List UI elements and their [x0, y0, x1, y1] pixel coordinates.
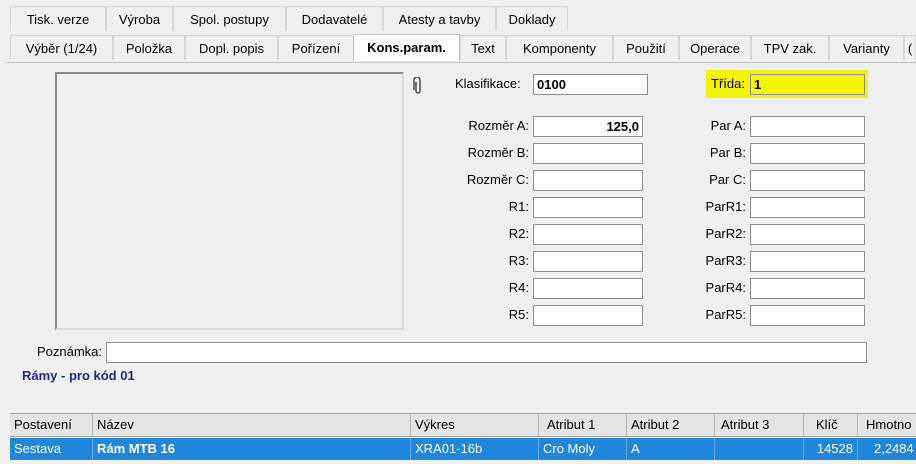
col-postaveni[interactable]: Postavení	[10, 414, 93, 436]
col-atribut-2[interactable]: Atribut 2	[627, 414, 715, 436]
par-r1-label: ParR1:	[705, 199, 746, 214]
par-r5-label: ParR5:	[705, 307, 746, 322]
tab-dopl-popis[interactable]: Dopl. popis	[185, 35, 278, 60]
grid-header: Postavení Název Výkres Atribut 1 Atribut…	[10, 413, 916, 437]
tab-operace[interactable]: Operace	[679, 35, 751, 60]
tab-text[interactable]: Text	[460, 35, 506, 60]
par-c-label: Par C:	[709, 172, 746, 187]
par-r2-label: ParR2:	[705, 226, 746, 241]
r2-label: R2:	[508, 226, 529, 241]
tab-tpv-zak[interactable]: TPV zak.	[751, 35, 829, 60]
col-nazev[interactable]: Název	[93, 414, 411, 436]
cell-hmotnost[interactable]: 2,2484	[858, 438, 916, 460]
r2-field[interactable]	[533, 224, 643, 245]
classification-note: Rámy - pro kód 01	[22, 368, 135, 383]
r1-label: R1:	[508, 199, 529, 214]
tab-porizeni[interactable]: Pořízení	[278, 35, 354, 60]
r4-field[interactable]	[533, 278, 643, 299]
tab-atesty-a-tavby[interactable]: Atesty a tavby	[383, 6, 496, 31]
tab-tisk-verze[interactable]: Tisk. verze	[10, 6, 106, 31]
par-r3-field[interactable]	[750, 251, 865, 272]
tab-overflow[interactable]: (	[904, 35, 916, 60]
rozmer-c-label: Rozměr C:	[466, 172, 529, 187]
tab-varianty[interactable]: Varianty	[829, 35, 904, 60]
rozmer-b-label: Rozměr B:	[467, 145, 529, 160]
tab-spol-postupy[interactable]: Spol. postupy	[173, 6, 286, 31]
poznamka-label: Poznámka:	[36, 344, 102, 359]
klasifikace-label: Klasifikace:	[455, 76, 521, 91]
rozmer-a-field[interactable]: 125,0	[533, 116, 643, 137]
cell-atribut-3[interactable]	[715, 438, 804, 460]
col-vykres[interactable]: Výkres	[411, 414, 539, 436]
par-r1-field[interactable]	[750, 197, 865, 218]
par-r2-field[interactable]	[750, 224, 865, 245]
r3-field[interactable]	[533, 251, 643, 272]
par-r4-field[interactable]	[750, 278, 865, 299]
col-klic[interactable]: Klíč	[804, 414, 858, 436]
cell-atribut-2[interactable]: A	[627, 438, 715, 460]
trida-field[interactable]: 1	[750, 74, 865, 95]
trida-label: Třída:	[711, 76, 745, 91]
klasifikace-field[interactable]: 0100	[533, 74, 648, 95]
table-row[interactable]: Sestava Rám MTB 16 XRA01-16b Cro Moly A …	[10, 438, 916, 460]
par-r4-label: ParR4:	[705, 280, 746, 295]
r5-label: R5:	[508, 307, 529, 322]
cell-postaveni[interactable]: Sestava	[10, 438, 93, 460]
r1-field[interactable]	[533, 197, 643, 218]
paperclip-icon[interactable]	[413, 77, 423, 95]
tab-vyber[interactable]: Výběr (1/24)	[10, 35, 113, 60]
tab-polozka[interactable]: Položka	[113, 35, 185, 60]
r5-field[interactable]	[533, 305, 643, 326]
par-c-field[interactable]	[750, 170, 865, 191]
cell-atribut-1[interactable]: Cro Moly	[539, 438, 627, 460]
par-r3-label: ParR3:	[705, 253, 746, 268]
r4-label: R4:	[508, 280, 529, 295]
par-a-field[interactable]	[750, 116, 865, 137]
cell-nazev[interactable]: Rám MTB 16	[93, 438, 411, 460]
r3-label: R3:	[508, 253, 529, 268]
par-r5-field[interactable]	[750, 305, 865, 326]
tab-komponenty[interactable]: Komponenty	[506, 35, 613, 60]
cell-klic[interactable]: 14528	[804, 438, 858, 460]
rozmer-a-label: Rozměr A:	[468, 118, 529, 133]
rozmer-b-field[interactable]	[533, 143, 643, 164]
tab-dodavatele[interactable]: Dodavatelé	[286, 6, 383, 31]
par-b-label: Par B:	[709, 145, 746, 160]
col-atribut-1[interactable]: Atribut 1	[539, 414, 627, 436]
poznamka-field[interactable]	[106, 342, 867, 363]
col-hmotnost[interactable]: Hmotno	[858, 414, 916, 436]
tab-vyroba[interactable]: Výroba	[106, 6, 173, 31]
cell-vykres[interactable]: XRA01-16b	[411, 438, 539, 460]
tab-pouziti[interactable]: Použití	[613, 35, 679, 60]
par-b-field[interactable]	[750, 143, 865, 164]
tab-kons-param[interactable]: Kons.param.	[353, 34, 460, 61]
col-atribut-3[interactable]: Atribut 3	[715, 414, 804, 436]
rozmer-c-field[interactable]	[533, 170, 643, 191]
picture-box[interactable]	[55, 72, 404, 330]
par-a-label: Par A:	[710, 118, 746, 133]
tab-doklady[interactable]: Doklady	[496, 6, 568, 31]
